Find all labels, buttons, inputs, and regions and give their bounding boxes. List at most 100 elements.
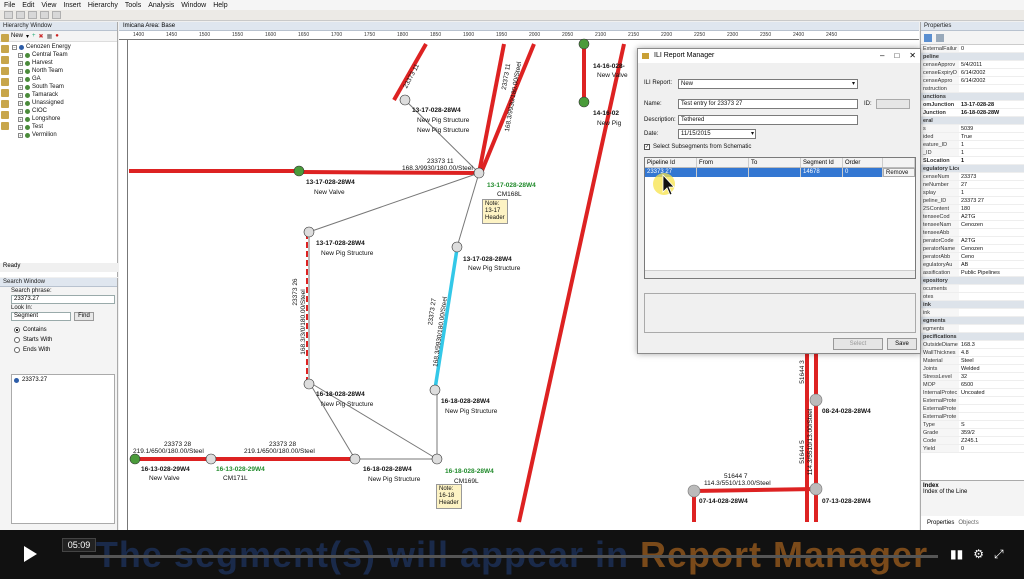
save-icon[interactable] [28,11,37,19]
tool-icon[interactable] [1,67,9,75]
note-box[interactable]: Note: 16-18 Header [436,484,462,509]
save-button[interactable]: Save [887,338,917,350]
maximize-icon[interactable]: □ [894,49,899,63]
property-row[interactable]: egulatory License [921,165,1024,173]
property-row[interactable]: MOP 6500 [921,381,1024,389]
tree-item[interactable]: + Unassigned [18,99,117,107]
tree-item[interactable]: + GA [18,75,117,83]
menu-view[interactable]: View [41,2,56,9]
tree-item[interactable]: + South Team [18,83,117,91]
property-row[interactable]: egulatoryAu AB [921,261,1024,269]
chevron-down-icon[interactable]: ▾ [26,33,29,40]
name-field[interactable]: Test entry for 23373 27 [678,99,858,109]
cell-from[interactable] [697,168,749,177]
property-row[interactable]: censeNum 23373 [921,173,1024,181]
tab-objects[interactable]: Objects [958,520,978,530]
property-row[interactable]: egments [921,325,1024,333]
property-row[interactable]: SLocation 1 [921,157,1024,165]
property-row[interactable]: censeApprov 5/4/2011 [921,61,1024,69]
property-row[interactable]: ocuments [921,285,1024,293]
column-pipeline-id[interactable]: Pipeline Id [645,158,697,167]
cut-icon[interactable] [40,11,49,19]
remove-button[interactable]: Remove [883,168,915,177]
note-box[interactable]: Note: 13-17 Header [482,199,508,224]
record-icon[interactable]: ● [55,33,59,39]
minimize-icon[interactable]: – [880,49,884,63]
property-row[interactable]: nstruction [921,85,1024,93]
tree-item[interactable]: + Longshore [18,115,117,123]
progress-bar[interactable] [80,555,938,558]
close-icon[interactable]: ✕ [909,49,916,63]
property-row[interactable]: pecifications [921,333,1024,341]
date-picker[interactable]: 11/15/2015 ▾ [678,129,756,139]
menu-edit[interactable]: Edit [22,2,34,9]
ili-report-select[interactable]: New ▾ [678,79,858,89]
cell-to[interactable] [749,168,801,177]
tree-root[interactable]: − Cenozen Energy [12,43,117,51]
cell-order[interactable]: 0 [843,168,883,177]
volume-icon[interactable]: ▮▮ [950,547,963,562]
property-row[interactable]: peline [921,53,1024,61]
tool-icon[interactable] [1,78,9,86]
look-in-select[interactable]: Segment [11,312,71,321]
new-file-icon[interactable] [4,11,13,19]
tool-icon[interactable] [1,45,9,53]
property-row[interactable]: 2SContent 180 [921,205,1024,213]
copy-icon[interactable] [52,11,61,19]
radio-contains[interactable]: Contains [0,325,117,335]
open-icon[interactable] [16,11,25,19]
menu-file[interactable]: File [4,2,15,9]
description-field[interactable]: Tethered [678,115,858,125]
property-row[interactable]: peratorAbb Ceno [921,253,1024,261]
search-input[interactable]: 23373.27 [11,295,115,304]
tree-item[interactable]: + Central Team [18,51,117,59]
property-row[interactable]: _ID 1 [921,149,1024,157]
property-row[interactable]: censeExpiryD 6/14/2002 [921,69,1024,77]
property-row[interactable]: peline_ID 23373 27 [921,197,1024,205]
property-row[interactable]: Material Steel [921,357,1024,365]
property-row[interactable]: eature_ID 1 [921,141,1024,149]
column-order[interactable]: Order [843,158,883,167]
tool-icon[interactable] [1,89,9,97]
property-row[interactable]: OutsideDiame 168.3 [921,341,1024,349]
column-from[interactable]: From [697,158,749,167]
property-row[interactable]: WallThicknes 4.8 [921,349,1024,357]
menu-analysis[interactable]: Analysis [148,2,174,9]
property-row[interactable]: Yield 0 [921,445,1024,453]
search-result-item[interactable]: 23373.27 [12,375,114,385]
property-row[interactable]: ink [921,309,1024,317]
tree-item[interactable]: + CIOC [18,107,117,115]
tree-item[interactable]: + North Team [18,67,117,75]
property-row[interactable]: assification Public Pipelines [921,269,1024,277]
property-row[interactable]: ExternalProte [921,405,1024,413]
property-row[interactable]: unctions [921,93,1024,101]
property-row[interactable]: tenseeCod A2TG [921,213,1024,221]
property-row[interactable]: InternalProtec Uncoated [921,389,1024,397]
play-icon[interactable] [24,546,37,562]
property-row[interactable]: Type S [921,421,1024,429]
menu-tools[interactable]: Tools [125,2,141,9]
tool-icon[interactable] [1,111,9,119]
property-row[interactable]: StressLevel 32 [921,373,1024,381]
property-row[interactable]: splay 1 [921,189,1024,197]
property-row[interactable]: ExternalProte [921,413,1024,421]
column-to[interactable]: To [749,158,801,167]
menu-hierarchy[interactable]: Hierarchy [88,2,118,9]
menu-insert[interactable]: Insert [63,2,81,9]
property-row[interactable]: tenseeAbb [921,229,1024,237]
property-row[interactable]: egments [921,317,1024,325]
radio-starts-with[interactable]: Starts With [0,335,117,345]
property-row[interactable]: ink [921,301,1024,309]
menu-window[interactable]: Window [181,2,206,9]
column-segment-id[interactable]: Segment Id [801,158,843,167]
fullscreen-icon[interactable]: ⤢ [994,547,1004,562]
property-row[interactable]: tenseeNam Cenozen [921,221,1024,229]
property-row[interactable]: Code Z245.1 [921,437,1024,445]
property-row[interactable]: ExternalProte [921,397,1024,405]
tree-item[interactable]: + Harvest [18,59,117,67]
tree-item[interactable]: + Tamarack [18,91,117,99]
property-row[interactable]: epository [921,277,1024,285]
tab-properties[interactable]: Properties [927,520,954,530]
property-row[interactable]: neNumber 27 [921,181,1024,189]
menu-help[interactable]: Help [213,2,227,9]
